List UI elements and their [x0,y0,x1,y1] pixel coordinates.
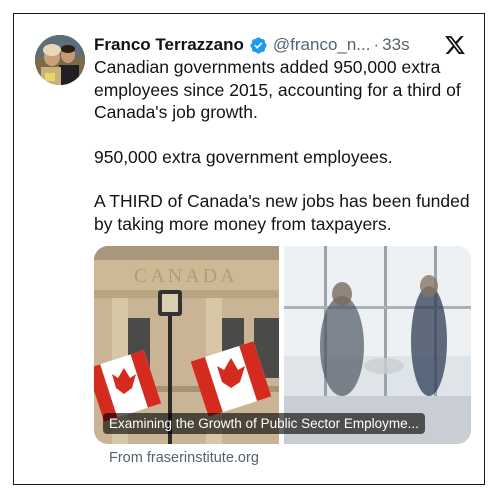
verified-badge-icon [249,36,268,55]
tweet-header: Franco Terrazzano @franco_n... · 33s [94,33,464,57]
separator-dot: · [373,35,380,54]
tweet-paragraph: Canadian governments added 950,000 extra… [94,57,461,122]
tweet-paragraph: 950,000 extra government employees. [94,146,393,167]
tweet-text: Canadian governments added 950,000 extra… [94,56,474,257]
building-sign: CANADA [134,265,238,287]
tweet-paragraph: A THIRD of Canada's new jobs has been fu… [94,191,470,234]
author-handle[interactable]: @franco_n... [273,35,371,55]
avatar[interactable] [35,35,85,85]
timestamp[interactable]: 33s [382,35,409,55]
card-source-link[interactable]: From fraserinstitute.org [109,450,259,466]
avatar-photo [35,35,85,85]
x-logo-icon [444,34,466,56]
link-card[interactable]: CANADA Examining the Growth of Public Se… [94,246,471,444]
card-title: Examining the Growth of Public Sector Em… [103,413,425,434]
author-name[interactable]: Franco Terrazzano [94,35,244,55]
tweet-frame: Franco Terrazzano @franco_n... · 33s Can… [13,13,485,485]
